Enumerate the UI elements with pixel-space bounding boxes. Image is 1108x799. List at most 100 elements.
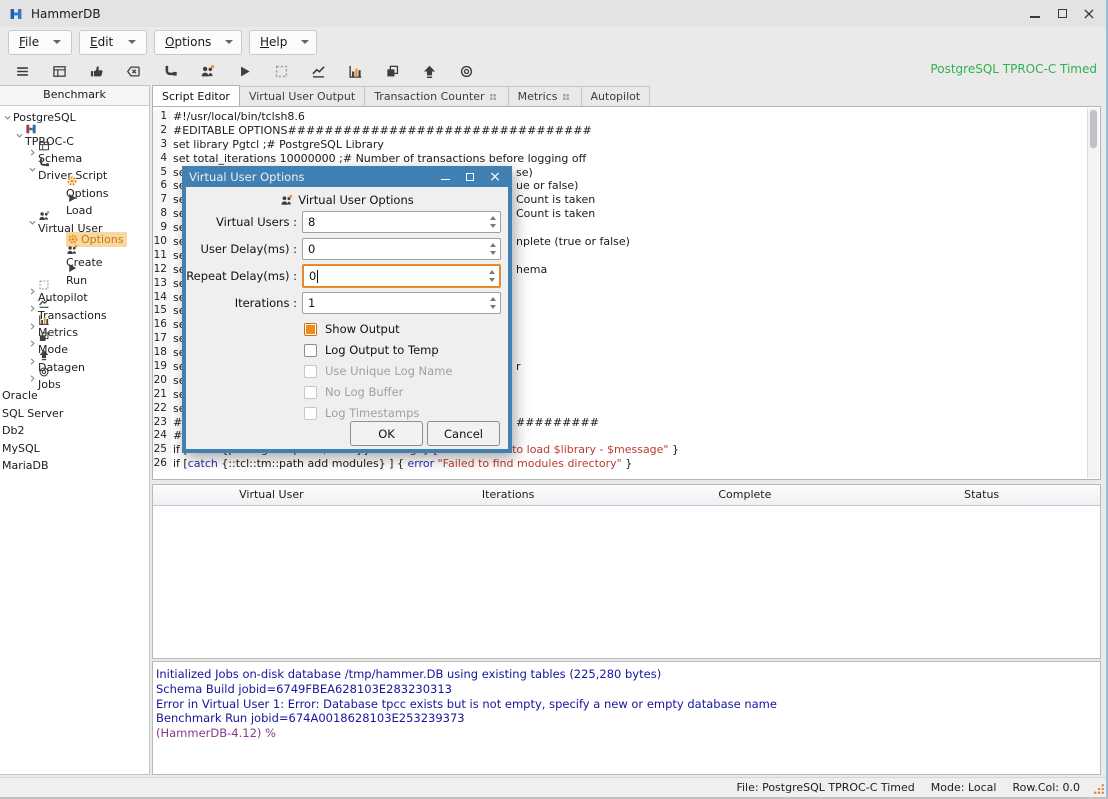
line-number: 26 [153, 457, 171, 471]
column-header-iterations[interactable]: Iterations [390, 485, 627, 505]
dialog-titlebar[interactable]: Virtual User Options [186, 166, 508, 187]
chevron-right-icon[interactable] [27, 321, 38, 332]
spinner-down-icon[interactable] [489, 278, 495, 282]
cancel-button[interactable]: Cancel [427, 421, 500, 446]
chevron-down-icon[interactable] [27, 217, 38, 228]
tree-item-sql-server-17[interactable]: SQL Server [0, 405, 149, 422]
user-delay-ms-input[interactable]: 0 [302, 238, 501, 260]
checkbox-box[interactable] [304, 323, 317, 336]
ok-button[interactable]: OK [350, 421, 423, 446]
tab-autopilot[interactable]: Autopilot [582, 86, 651, 107]
line-number: 4 [153, 152, 171, 166]
checkbox-box [304, 407, 317, 420]
maximize-button[interactable] [1055, 7, 1069, 21]
checkbox-no-log-buffer: No Log Buffer [304, 385, 508, 399]
chevron-down-icon[interactable] [2, 112, 13, 123]
column-header-complete[interactable]: Complete [627, 485, 864, 505]
autopilot-button[interactable] [264, 58, 301, 84]
checkbox-box[interactable] [304, 344, 317, 357]
virtual-users-input[interactable]: 8 [302, 211, 501, 233]
line-number: 1 [153, 110, 171, 124]
minimize-button[interactable] [1028, 7, 1042, 21]
dialog-close-button[interactable] [489, 171, 501, 183]
mode-button[interactable] [375, 58, 412, 84]
spinner-down-icon[interactable] [490, 251, 496, 255]
script-icon [38, 157, 105, 169]
tab-virtual-user-output[interactable]: Virtual User Output [240, 86, 365, 107]
chevron-right-icon[interactable] [27, 356, 38, 367]
tree-item-postgresql-0[interactable]: PostgreSQL [0, 109, 149, 126]
spinner-up-icon[interactable] [489, 270, 495, 274]
checkbox-log-output-to-temp[interactable]: Log Output to Temp [304, 343, 508, 357]
repeat-delay-ms-input[interactable]: 0 [302, 264, 501, 288]
checkbox-label: No Log Buffer [325, 385, 403, 399]
datagen-button[interactable] [412, 58, 449, 84]
clear-button[interactable] [116, 58, 153, 84]
spinner-up-icon[interactable] [490, 297, 496, 301]
column-header-virtual-user[interactable]: Virtual User [153, 485, 390, 505]
iterations-input[interactable]: 1 [302, 292, 501, 314]
column-header-status[interactable]: Status [863, 485, 1100, 505]
tab-transaction-counter[interactable]: Transaction Counter [365, 86, 508, 107]
code-line: 1#!/usr/local/bin/tclsh8.6 [153, 110, 1088, 124]
tabs-bar: Script EditorVirtual User OutputTransact… [152, 85, 650, 107]
metrics-button[interactable] [338, 58, 375, 84]
chevron-down-icon[interactable] [27, 164, 38, 175]
scrollbar-thumb[interactable] [1090, 110, 1097, 148]
menu-edit-button[interactable]: Edit [79, 30, 147, 55]
window-title: HammerDB [31, 7, 101, 21]
console-prompt: (HammerDB-4.12) % [156, 726, 1100, 741]
code-tail: hema [516, 263, 547, 277]
console-output[interactable]: Initialized Jobs on-disk database /tmp/h… [152, 661, 1101, 775]
menu-button[interactable] [5, 58, 42, 84]
tree-item-db2-18[interactable]: Db2 [0, 422, 149, 439]
chevron-down-icon [53, 40, 61, 44]
tree-item-mysql-19[interactable]: MySQL [0, 439, 149, 456]
dialog-minimize-button[interactable] [439, 171, 451, 183]
script-button[interactable] [153, 58, 190, 84]
jobs-icon [459, 64, 474, 79]
datagen-icon [38, 349, 83, 361]
autopilot-icon [274, 64, 289, 79]
menu-help-button[interactable]: Help [249, 30, 317, 55]
editor-scrollbar[interactable] [1087, 108, 1099, 478]
line-number: 15 [153, 304, 171, 318]
spinner-down-icon[interactable] [490, 224, 496, 228]
checkbox-box [304, 365, 317, 378]
resize-grip-icon[interactable] [1093, 783, 1106, 796]
play-button[interactable] [227, 58, 264, 84]
tree-item-metrics-12[interactable]: Metrics [0, 318, 149, 335]
tree-item-oracle-16[interactable]: Oracle [0, 387, 149, 404]
tree-item-virtual-user-6[interactable]: Virtual User [0, 213, 149, 230]
thumbs-up-button[interactable] [79, 58, 116, 84]
line-number: 18 [153, 346, 171, 360]
chevron-right-icon[interactable] [27, 286, 38, 297]
spinner-up-icon[interactable] [490, 243, 496, 247]
chevron-down-icon[interactable] [14, 130, 25, 141]
table-button[interactable] [42, 58, 79, 84]
tree-item-mariadb-20[interactable]: MariaDB [0, 457, 149, 474]
menu-options-button[interactable]: Options [154, 30, 242, 55]
chevron-right-icon[interactable] [27, 147, 38, 158]
table-icon [38, 140, 80, 152]
tree-item-datagen-14[interactable]: Datagen [0, 352, 149, 369]
menu-label: File [19, 35, 39, 49]
spinner-down-icon[interactable] [490, 305, 496, 309]
checkbox-show-output[interactable]: Show Output [304, 322, 508, 336]
menu-file-button[interactable]: File [8, 30, 72, 55]
close-button[interactable] [1082, 7, 1096, 21]
users-button[interactable] [190, 58, 227, 84]
code-segment: catch [188, 457, 218, 470]
tab-script-editor[interactable]: Script Editor [152, 85, 240, 107]
spinner-up-icon[interactable] [490, 216, 496, 220]
hammerdb-logo-icon [9, 7, 23, 21]
menu-label: Options [165, 35, 211, 49]
dialog-maximize-button[interactable] [464, 171, 476, 183]
chevron-right-icon[interactable] [27, 303, 38, 314]
status-rowcol: Row.Col: 0.0 [1012, 781, 1080, 794]
transactions-button[interactable] [301, 58, 338, 84]
chevron-right-icon[interactable] [27, 373, 38, 384]
chevron-right-icon[interactable] [27, 338, 38, 349]
jobs-button[interactable] [449, 58, 486, 84]
tab-metrics[interactable]: Metrics [509, 86, 582, 107]
